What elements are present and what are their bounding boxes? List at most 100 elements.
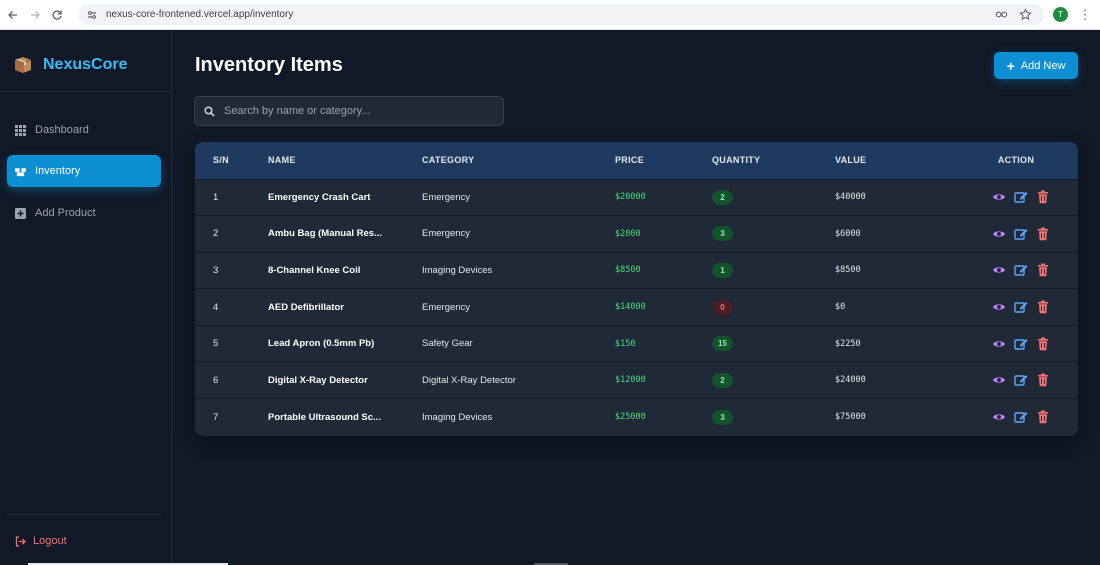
cell-price: $150 [615, 338, 636, 349]
delete-trash-icon[interactable] [1036, 410, 1050, 424]
table-row: 7 Portable Ultrasound Sc... Imaging Device… [195, 398, 1078, 436]
delete-trash-icon[interactable] [1036, 190, 1050, 204]
sidebar-item-dashboard[interactable]: Dashboard [7, 114, 161, 146]
cell-value: $2250 [835, 338, 861, 349]
quantity-badge: 2 [712, 372, 733, 388]
package-box-icon [12, 54, 34, 76]
cell-price: $12000 [615, 375, 646, 386]
sidebar-item-label: Dashboard [35, 124, 89, 136]
cell-category: Emergency [422, 191, 471, 203]
search-input[interactable] [224, 105, 494, 117]
divider [7, 514, 161, 515]
plus-icon: + [1006, 57, 1015, 74]
sidebar: NexusCore Dashboard Inventory Add Produc… [0, 30, 172, 565]
sidebar-item-add-product[interactable]: Add Product [7, 197, 161, 229]
cell-actions [954, 216, 1078, 253]
search-box [194, 96, 504, 126]
view-eye-icon[interactable] [992, 227, 1006, 241]
cell-category: Digital X-Ray Detector [422, 374, 516, 386]
edit-icon[interactable] [1014, 190, 1028, 204]
sidebar-item-inventory[interactable]: Inventory [7, 155, 161, 187]
brand[interactable]: NexusCore [12, 54, 127, 76]
cell-category: Safety Gear [422, 338, 473, 350]
column-header-value[interactable]: VALUE [835, 142, 954, 179]
page-title: Inventory Items [195, 54, 343, 76]
cell-actions [954, 399, 1078, 436]
grid-icon [15, 124, 26, 136]
delete-trash-icon[interactable] [1036, 300, 1050, 314]
profile-avatar[interactable]: T [1053, 7, 1068, 22]
column-header-category[interactable]: CATEGORY [422, 142, 615, 179]
cell-name: Emergency Crash Cart [268, 191, 371, 203]
cell-actions [954, 325, 1078, 362]
cell-category: Emergency [422, 301, 471, 313]
cell-sn: 4 [213, 301, 219, 313]
cell-name: Lead Apron (0.5mm Pb) [268, 338, 375, 350]
table-row: 4 AED Defibrillator Emergency $14000 0 $0 [195, 288, 1078, 326]
view-eye-icon[interactable] [992, 263, 1006, 277]
cell-sn: 6 [213, 374, 219, 386]
edit-icon[interactable] [1014, 227, 1028, 241]
add-new-label: Add New [1020, 59, 1066, 72]
view-eye-icon[interactable] [992, 373, 1006, 387]
edit-icon[interactable] [1014, 300, 1028, 314]
cell-quantity: 3 [712, 399, 835, 436]
cell-name: Portable Ultrasound Sc... [268, 411, 381, 423]
cell-name: AED Defibrillator [268, 301, 345, 313]
cell-sn: 3 [213, 264, 219, 276]
address-bar[interactable]: nexus-core-frontened.vercel.app/inventor… [78, 4, 1044, 25]
quantity-badge: 0 [712, 299, 733, 315]
cell-category: Imaging Devices [422, 411, 493, 423]
cell-value: $6000 [835, 228, 861, 239]
table-row: 5 Lead Apron (0.5mm Pb) Safety Gear $150 15 $… [195, 325, 1078, 362]
cell-name: Ambu Bag (Manual Res... [268, 228, 383, 240]
delete-trash-icon[interactable] [1036, 337, 1050, 351]
cell-name: Digital X-Ray Detector [268, 374, 368, 386]
cell-value: $40000 [835, 192, 866, 203]
edit-icon[interactable] [1014, 337, 1028, 351]
view-eye-icon[interactable] [992, 190, 1006, 204]
edit-icon[interactable] [1014, 373, 1028, 387]
logout-button[interactable]: Logout [15, 535, 67, 547]
cell-name: 8-Channel Knee Coil [268, 264, 361, 276]
add-new-button[interactable]: + Add New [994, 52, 1078, 79]
site-settings-icon[interactable] [86, 9, 98, 21]
plus-square-icon [15, 207, 26, 219]
table-row: 2 Ambu Bag (Manual Res... Emergency $2000 3 $… [195, 215, 1078, 253]
sidebar-item-label: Add Product [35, 207, 96, 219]
logout-label: Logout [33, 535, 67, 547]
delete-trash-icon[interactable] [1036, 227, 1050, 241]
bookmark-star-icon[interactable] [1018, 7, 1032, 21]
cell-value: $0 [835, 302, 846, 313]
column-header-quantity[interactable]: QUANTITY [712, 142, 835, 179]
view-eye-icon[interactable] [992, 300, 1006, 314]
delete-trash-icon[interactable] [1036, 263, 1050, 277]
reload-icon[interactable] [48, 6, 66, 24]
cell-category: Imaging Devices [422, 264, 493, 276]
forward-icon[interactable] [26, 6, 44, 24]
quantity-badge: 15 [712, 336, 733, 352]
cell-price: $8500 [615, 265, 641, 276]
brand-name: NexusCore [43, 56, 128, 73]
cell-actions [954, 252, 1078, 289]
table-row: 3 8-Channel Knee Coil Imaging Devices $8500… [195, 252, 1078, 289]
cell-price: $25000 [615, 412, 646, 423]
view-eye-icon[interactable] [992, 410, 1006, 424]
sign-out-icon [15, 535, 26, 547]
cell-quantity: 2 [712, 362, 835, 399]
edit-icon[interactable] [1014, 410, 1028, 424]
edit-icon[interactable] [1014, 263, 1028, 277]
column-header-sn[interactable]: S/N [195, 142, 268, 179]
delete-trash-icon[interactable] [1036, 373, 1050, 387]
app: NexusCore Dashboard Inventory Add Produc… [0, 30, 1100, 565]
quantity-badge: 1 [712, 262, 733, 278]
table-row: 6 Digital X-Ray Detector Digital X-Ray Det… [195, 361, 1078, 399]
browser-menu-icon[interactable]: ⋮ [1079, 7, 1092, 23]
table-header-row: S/N NAME CATEGORY PRICE QUANTITY VALUE A… [195, 142, 1078, 179]
url-text: nexus-core-frontened.vercel.app/inventor… [106, 9, 294, 20]
column-header-price[interactable]: PRICE [615, 142, 712, 179]
password-key-icon[interactable] [994, 7, 1008, 21]
back-icon[interactable] [4, 6, 22, 24]
column-header-name[interactable]: NAME [268, 142, 422, 179]
view-eye-icon[interactable] [992, 337, 1006, 351]
